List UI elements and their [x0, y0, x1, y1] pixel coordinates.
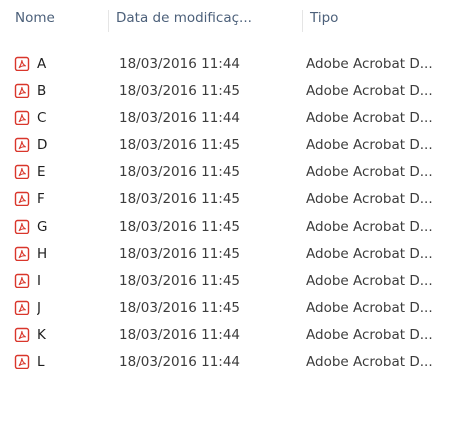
pdf-file-icon: [14, 245, 30, 261]
column-divider[interactable]: [108, 10, 109, 32]
pdf-file-icon: [14, 55, 30, 71]
file-name[interactable]: H: [37, 241, 107, 268]
file-type: Adobe Acrobat D...: [306, 83, 433, 100]
column-header-bar: Nome Data de modificaç... Tipo: [0, 0, 466, 36]
file-type: Adobe Acrobat D...: [306, 245, 433, 262]
file-row[interactable]: K 18/03/2016 11:44 Adobe Acrobat D...: [0, 322, 466, 349]
file-row[interactable]: I 18/03/2016 11:45 Adobe Acrobat D...: [0, 268, 466, 295]
pdf-file-icon: [14, 136, 30, 153]
file-date-modified: 18/03/2016 11:45: [119, 245, 241, 262]
file-date-modified: 18/03/2016 11:45: [119, 83, 241, 100]
file-type: Adobe Acrobat D...: [306, 272, 433, 289]
pdf-file-icon: [14, 163, 30, 180]
pdf-file-icon: [14, 299, 30, 315]
file-date-modified: 18/03/2016 11:45: [119, 137, 241, 154]
file-row[interactable]: G 18/03/2016 11:45 Adobe Acrobat D...: [0, 214, 466, 241]
file-date-modified: 18/03/2016 11:45: [119, 164, 241, 181]
column-header-name[interactable]: Nome: [15, 0, 107, 36]
file-type: Adobe Acrobat D...: [306, 164, 433, 181]
file-row[interactable]: B 18/03/2016 11:45 Adobe Acrobat D...: [0, 78, 466, 105]
pdf-file-icon: [14, 82, 30, 99]
pdf-file-icon: [14, 353, 30, 370]
file-row[interactable]: F 18/03/2016 11:45 Adobe Acrobat D...: [0, 186, 466, 213]
file-name[interactable]: F: [37, 186, 107, 213]
file-date-modified: 18/03/2016 11:44: [119, 354, 241, 371]
file-type: Adobe Acrobat D...: [306, 191, 433, 208]
file-type: Adobe Acrobat D...: [306, 110, 433, 127]
file-row[interactable]: A 18/03/2016 11:44 Adobe Acrobat D...: [0, 51, 466, 78]
file-row[interactable]: J 18/03/2016 11:45 Adobe Acrobat D...: [0, 295, 466, 322]
file-date-modified: 18/03/2016 11:45: [119, 191, 241, 208]
file-date-modified: 18/03/2016 11:44: [119, 56, 241, 72]
file-date-modified: 18/03/2016 11:44: [119, 110, 241, 127]
file-date-modified: 18/03/2016 11:45: [119, 218, 241, 235]
file-row[interactable]: E 18/03/2016 11:45 Adobe Acrobat D...: [0, 159, 466, 186]
file-type: Adobe Acrobat D...: [306, 56, 433, 72]
file-name[interactable]: B: [37, 78, 107, 105]
file-row[interactable]: C 18/03/2016 11:44 Adobe Acrobat D...: [0, 105, 466, 132]
column-divider[interactable]: [302, 10, 303, 32]
file-name[interactable]: J: [37, 295, 107, 322]
pdf-file-icon: [14, 218, 30, 234]
file-rows: A 18/03/2016 11:44 Adobe Acrobat D... B 18/0…: [0, 51, 466, 376]
file-type: Adobe Acrobat D...: [306, 354, 433, 371]
file-type: Adobe Acrobat D...: [306, 299, 433, 316]
column-header-date-modified[interactable]: Data de modificaç...: [116, 0, 300, 36]
file-name[interactable]: C: [37, 105, 107, 132]
file-name[interactable]: D: [37, 132, 107, 159]
file-type: Adobe Acrobat D...: [306, 326, 433, 343]
column-header-type[interactable]: Tipo: [310, 0, 460, 36]
file-type: Adobe Acrobat D...: [306, 218, 433, 235]
file-date-modified: 18/03/2016 11:45: [119, 299, 241, 316]
file-name[interactable]: L: [37, 349, 107, 376]
pdf-file-icon: [14, 109, 30, 126]
file-date-modified: 18/03/2016 11:44: [119, 326, 241, 343]
pdf-file-icon: [14, 326, 30, 342]
file-row[interactable]: D 18/03/2016 11:45 Adobe Acrobat D...: [0, 132, 466, 159]
pdf-file-icon: [14, 272, 30, 288]
file-name[interactable]: I: [37, 268, 107, 295]
pdf-file-icon: [14, 190, 30, 207]
file-name[interactable]: K: [37, 322, 107, 349]
file-date-modified: 18/03/2016 11:45: [119, 272, 241, 289]
file-list-view: Nome Data de modificaç... Tipo A 18/03/20…: [0, 0, 466, 439]
file-name[interactable]: G: [37, 214, 107, 241]
file-name[interactable]: A: [37, 51, 107, 78]
file-row[interactable]: L 18/03/2016 11:44 Adobe Acrobat D...: [0, 349, 466, 376]
file-type: Adobe Acrobat D...: [306, 137, 433, 154]
file-row[interactable]: H 18/03/2016 11:45 Adobe Acrobat D...: [0, 241, 466, 268]
file-name[interactable]: E: [37, 159, 107, 186]
